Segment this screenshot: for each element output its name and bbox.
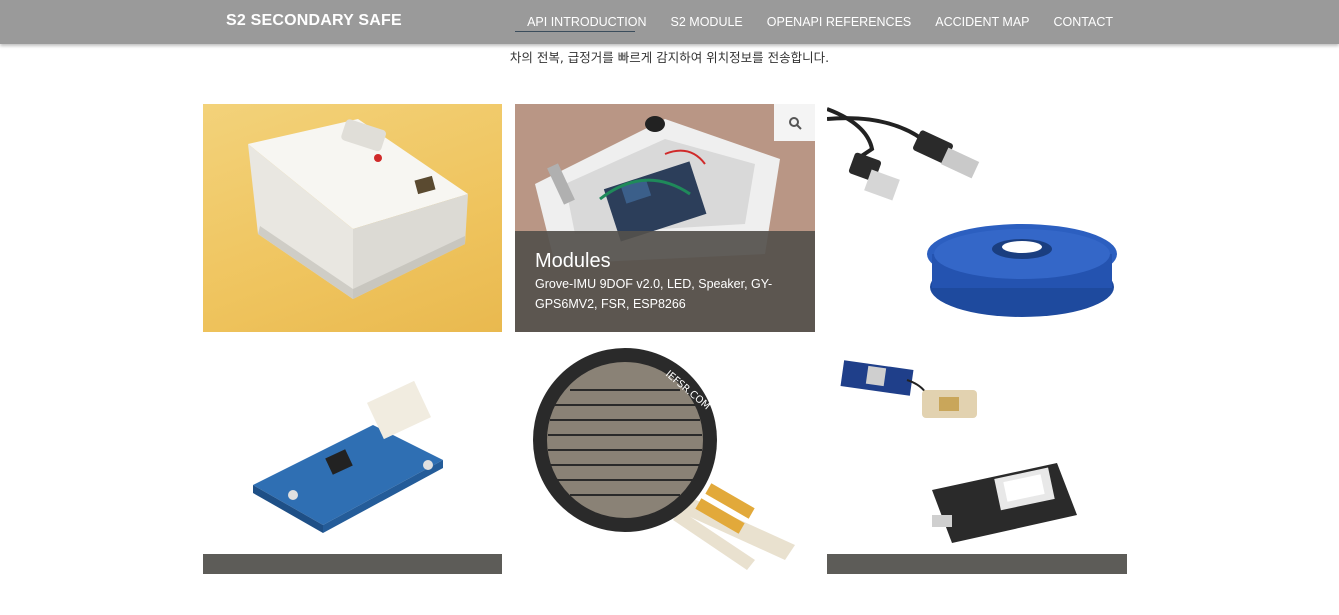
portfolio-caption-overlay: Modules Grove-IMU 9DOF v2.0, LED, Speake… [515,231,815,332]
portfolio-item-device[interactable] [203,104,502,332]
portfolio-caption-bar [827,554,1127,574]
nav-api-introduction[interactable]: API INTRODUCTION [515,15,647,32]
zoom-button[interactable] [774,104,815,141]
nav-contact[interactable]: CONTACT [1054,15,1114,29]
search-icon [788,116,802,130]
gps-esp-image [840,360,1077,543]
brand-logo[interactable]: S2 SECONDARY SAFE [226,12,402,30]
top-navbar: S2 SECONDARY SAFE API INTRODUCTION S2 MO… [0,0,1339,44]
nav-accident-map[interactable]: ACCIDENT MAP [935,15,1029,29]
portfolio-item-title: Modules [535,250,611,272]
cable-spool-image [827,107,1117,317]
portfolio-item-modules[interactable]: Modules Grove-IMU 9DOF v2.0, LED, Speake… [515,104,815,332]
portfolio-caption-bar [203,554,502,574]
section-tagline: 차의 전복, 급정거를 빠르게 감지하여 위치정보를 전송합니다. [509,50,830,65]
nav-openapi-references[interactable]: OPENAPI REFERENCES [767,15,911,29]
imu-board-image [253,380,443,533]
nav-menu: API INTRODUCTION S2 MODULE OPENAPI REFER… [503,0,1113,44]
portfolio-item-cable-spool[interactable] [827,104,1127,332]
nav-s2-module[interactable]: S2 MODULE [671,15,743,29]
fsr-sensor-image: IEFSR.COM [533,348,795,570]
portfolio-item-fsr[interactable]: IEFSR.COM [515,345,815,574]
portfolio-item-gps-esp[interactable] [827,345,1127,574]
portfolio-item-description: Grove-IMU 9DOF v2.0, LED, Speaker, GY-GP… [535,277,773,311]
device-box-image [248,119,468,299]
portfolio-item-imu[interactable] [203,345,502,574]
